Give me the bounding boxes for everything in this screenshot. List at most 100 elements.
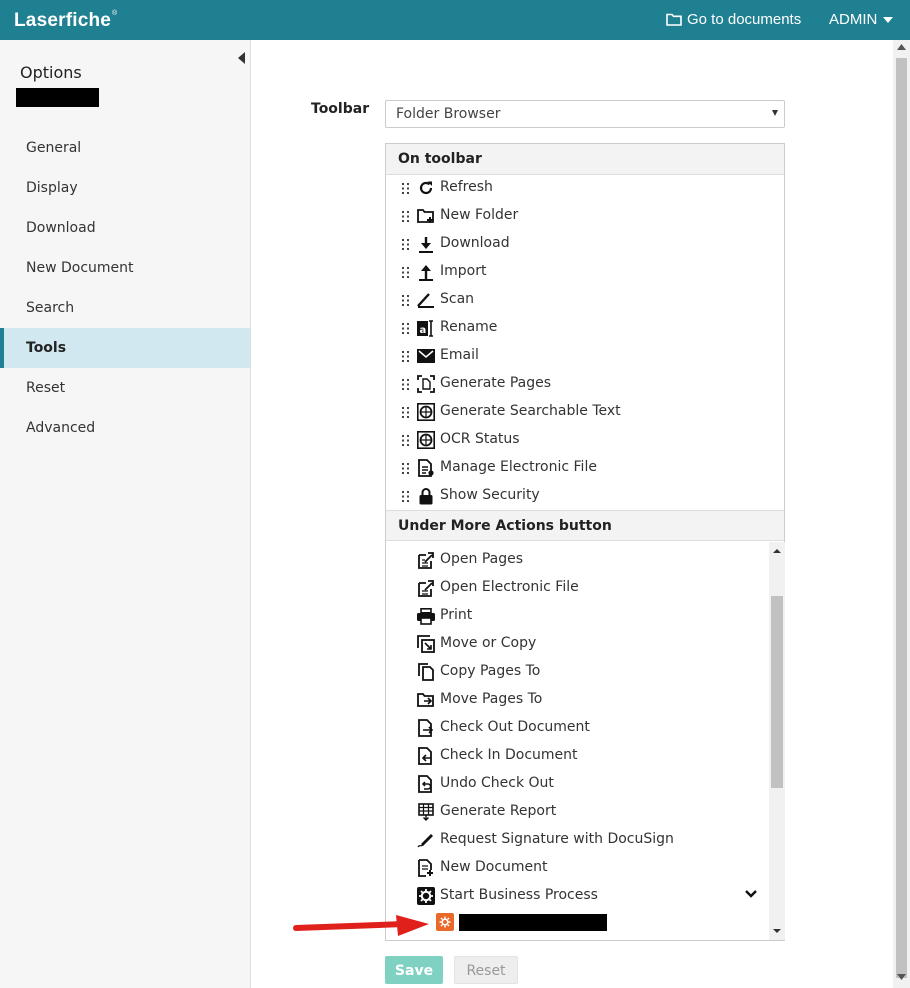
gear-icon	[417, 887, 435, 905]
sidebar-item-advanced[interactable]: Advanced	[0, 408, 250, 448]
list-item-label: Print	[440, 607, 473, 623]
drag-handle-icon[interactable]	[402, 183, 411, 194]
drag-handle-icon[interactable]	[402, 407, 411, 418]
list-item-label: Show Security	[440, 487, 540, 503]
chevron-down-icon[interactable]	[744, 889, 758, 899]
save-button[interactable]: Save	[385, 956, 443, 984]
list-item-label: Move or Copy	[440, 635, 537, 651]
open-electronic-file-icon	[417, 579, 435, 597]
list-item-label: OCR Status	[440, 431, 520, 447]
list-item-label: Generate Pages	[440, 375, 552, 391]
open-pages-icon	[417, 551, 435, 569]
toolbar-items-panel: On toolbar Refresh New Folder Download I…	[385, 143, 785, 941]
sidebar-item-new-document[interactable]: New Document	[0, 248, 250, 288]
toolbar-label: Toolbar	[311, 101, 370, 117]
list-item-label: Move Pages To	[440, 691, 543, 707]
toolbar-select-value: Folder Browser	[396, 106, 501, 122]
select-caret-icon	[772, 110, 778, 116]
laserfiche-logo[interactable]: Laserfiche®	[14, 10, 117, 32]
download-icon	[417, 235, 435, 253]
drag-handle-icon[interactable]	[402, 491, 411, 502]
list-item-label: Refresh	[440, 179, 493, 195]
new-document-icon	[417, 859, 435, 877]
annotation-arrow-icon	[293, 915, 429, 936]
on-toolbar-heading: On toolbar	[386, 144, 784, 175]
drag-handle-icon[interactable]	[402, 379, 411, 390]
check-out-icon	[417, 719, 435, 737]
drag-handle-icon[interactable]	[402, 323, 411, 334]
toolbar-select[interactable]: Folder Browser	[385, 100, 785, 128]
sidebar-item-download[interactable]: Download	[0, 208, 250, 248]
drag-handle-icon[interactable]	[402, 295, 411, 306]
list-item-label: Open Electronic File	[440, 579, 579, 595]
sidebar-item-reset[interactable]: Reset	[0, 368, 250, 408]
more-actions-scrollbar[interactable]	[769, 542, 785, 940]
drag-handle-icon[interactable]	[402, 435, 411, 446]
page-scroll-up-icon[interactable]	[897, 44, 906, 50]
list-item-label: Import	[440, 263, 487, 279]
list-item-label: Email	[440, 347, 479, 363]
generate-pages-icon	[417, 375, 435, 393]
drag-handle-icon[interactable]	[402, 351, 411, 362]
list-item-label: Start Business Process	[440, 887, 598, 903]
signature-icon	[417, 831, 435, 849]
ocr-status-icon	[417, 431, 435, 449]
import-icon	[417, 263, 435, 281]
options-nav: General Display Download New Document Se…	[0, 128, 250, 448]
options-sidebar: Options General Display Download New Doc…	[0, 40, 251, 988]
list-item-label: Scan	[440, 291, 475, 307]
ocr-icon	[417, 403, 435, 421]
go-to-documents-label: Go to documents	[687, 11, 802, 28]
move-pages-icon	[417, 691, 435, 709]
scan-icon	[417, 291, 435, 309]
drag-handle-icon[interactable]	[402, 211, 411, 222]
svg-text:a: a	[420, 325, 427, 336]
redacted-label	[459, 913, 607, 931]
scroll-down-icon[interactable]	[769, 926, 785, 936]
sidebar-title: Options	[20, 63, 82, 82]
page-scroll-down-icon[interactable]	[897, 974, 906, 980]
drag-handle-icon[interactable]	[402, 463, 411, 474]
print-icon	[417, 607, 435, 625]
list-item-label: New Folder	[440, 207, 519, 223]
list-item-label: Check In Document	[440, 747, 578, 763]
list-item-label: Request Signature with DocuSign	[440, 831, 674, 847]
page-scrollbar[interactable]	[893, 40, 910, 988]
list-item-label: Check Out Document	[440, 719, 590, 735]
custom-gear-icon	[436, 913, 454, 931]
scrollbar-thumb[interactable]	[771, 596, 783, 788]
page-scrollbar-thumb[interactable]	[896, 58, 907, 978]
user-menu[interactable]: ADMIN	[829, 11, 894, 28]
rename-icon: a	[417, 319, 435, 337]
collapse-sidebar-icon[interactable]	[236, 52, 246, 64]
move-copy-icon	[417, 635, 435, 653]
folder-icon	[666, 13, 682, 26]
drag-handle-icon[interactable]	[402, 239, 411, 250]
list-item-label: Generate Report	[440, 803, 557, 819]
scroll-up-icon[interactable]	[769, 546, 785, 556]
drag-handle-icon[interactable]	[402, 267, 411, 278]
sidebar-item-general[interactable]: General	[0, 128, 250, 168]
electronic-file-icon	[417, 459, 435, 477]
list-item-label: Undo Check Out	[440, 775, 554, 791]
reset-button[interactable]: Reset	[454, 956, 518, 984]
list-item-custom-process[interactable]	[436, 913, 607, 931]
list-item-label: New Document	[440, 859, 548, 875]
redacted-block	[16, 88, 99, 107]
user-name: ADMIN	[829, 11, 878, 28]
list-item-label: Generate Searchable Text	[440, 403, 621, 419]
more-actions-heading: Under More Actions button	[386, 510, 784, 541]
new-folder-icon	[417, 207, 435, 225]
list-item-label: Manage Electronic File	[440, 459, 597, 475]
logo-text: Laserfiche	[14, 10, 112, 31]
email-icon	[417, 347, 435, 365]
list-item-label: Open Pages	[440, 551, 524, 567]
sidebar-item-search[interactable]: Search	[0, 288, 250, 328]
undo-check-out-icon	[417, 775, 435, 793]
caret-down-icon	[883, 16, 894, 23]
sidebar-item-display[interactable]: Display	[0, 168, 250, 208]
list-item-label: Copy Pages To	[440, 663, 541, 679]
lock-icon	[417, 487, 435, 505]
sidebar-item-tools[interactable]: Tools	[0, 328, 250, 368]
go-to-documents-link[interactable]: Go to documents	[666, 11, 801, 28]
